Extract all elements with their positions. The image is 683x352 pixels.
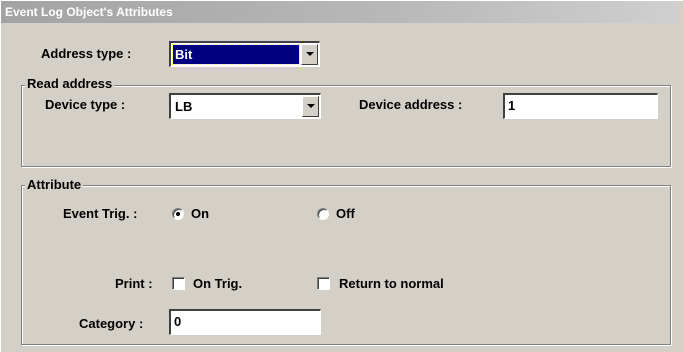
event-trig-off-radio[interactable]: [317, 208, 329, 220]
chevron-down-icon: [307, 104, 315, 108]
event-trig-on-radio[interactable]: [172, 208, 184, 220]
attribute-legend: Attribute: [25, 177, 84, 192]
device-type-value: LB: [175, 99, 193, 114]
device-type-combo[interactable]: LB: [169, 93, 321, 119]
address-type-label: Address type :: [41, 46, 132, 61]
read-address-legend: Read address: [25, 76, 115, 91]
device-address-field[interactable]: 1: [503, 93, 658, 119]
event-log-dialog: Event Log Object's Attributes Address ty…: [0, 0, 683, 352]
window-title: Event Log Object's Attributes: [1, 1, 677, 23]
address-type-dropdown-button[interactable]: [301, 44, 318, 65]
on-trig-checkbox[interactable]: [172, 277, 185, 290]
print-label: Print :: [115, 276, 153, 291]
category-field[interactable]: 0: [169, 309, 321, 335]
chevron-down-icon: [306, 52, 314, 56]
address-type-combo[interactable]: Bit: [169, 41, 320, 67]
event-trig-label: Event Trig. :: [63, 206, 138, 221]
event-trig-off-label[interactable]: Off: [336, 206, 355, 221]
device-type-dropdown-button[interactable]: [302, 96, 319, 117]
return-normal-checkbox[interactable]: [317, 277, 330, 290]
device-address-label: Device address :: [359, 97, 463, 112]
category-label: Category :: [79, 316, 144, 331]
return-normal-label[interactable]: Return to normal: [339, 276, 444, 291]
on-trig-label[interactable]: On Trig.: [193, 276, 242, 291]
device-type-label: Device type :: [45, 97, 126, 112]
event-trig-on-label[interactable]: On: [191, 206, 209, 221]
address-type-value: Bit: [172, 44, 300, 65]
